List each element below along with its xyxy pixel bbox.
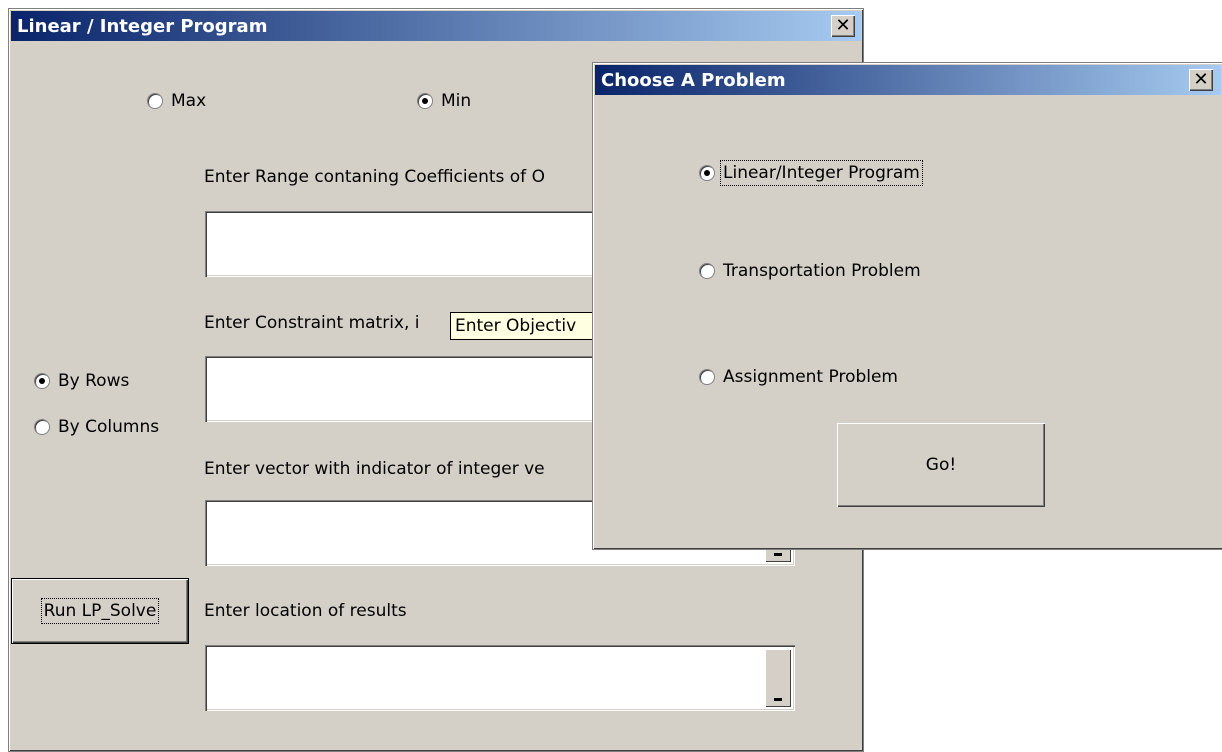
option-assignment-dot[interactable]	[699, 369, 715, 385]
integer-vector-label: Enter vector with indicator of integer v…	[204, 459, 545, 479]
objective-tooltip: Enter Objectiv	[450, 312, 608, 340]
option-linear-integer-label: Linear/Integer Program	[720, 160, 923, 186]
by-columns-label: By Columns	[58, 417, 160, 437]
min-radio[interactable]: Min	[417, 91, 471, 111]
option-linear-integer[interactable]: Linear/Integer Program	[699, 160, 923, 186]
option-transportation-dot[interactable]	[699, 263, 715, 279]
results-location-input[interactable]	[205, 645, 795, 711]
go-button[interactable]: Go!	[837, 423, 1045, 507]
lp-titlebar[interactable]: Linear / Integer Program ✕	[11, 11, 861, 41]
option-transportation-label: Transportation Problem	[723, 261, 921, 281]
min-radio-dot[interactable]	[417, 93, 433, 109]
option-assignment[interactable]: Assignment Problem	[699, 367, 898, 387]
max-radio[interactable]: Max	[147, 91, 206, 111]
max-label: Max	[171, 91, 207, 111]
run-lp-solve-label: Run LP_Solve	[40, 598, 160, 624]
lp-close-icon[interactable]: ✕	[831, 15, 855, 37]
choose-problem-close-icon[interactable]: ✕	[1189, 69, 1213, 91]
go-button-label: Go!	[925, 455, 957, 475]
option-linear-integer-dot[interactable]	[699, 165, 715, 181]
results-location-ref-button[interactable]	[765, 649, 791, 707]
lp-window-title: Linear / Integer Program	[17, 16, 268, 37]
by-rows-radio[interactable]: By Rows	[34, 371, 129, 391]
min-label: Min	[441, 91, 472, 111]
by-rows-radio-dot[interactable]	[34, 373, 50, 389]
option-transportation[interactable]: Transportation Problem	[699, 261, 921, 281]
by-columns-radio-dot[interactable]	[34, 419, 50, 435]
by-rows-label: By Rows	[58, 371, 130, 391]
choose-problem-title: Choose A Problem	[601, 70, 786, 91]
constraint-matrix-label: Enter Constraint matrix, i	[204, 313, 420, 333]
choose-problem-titlebar[interactable]: Choose A Problem ✕	[595, 65, 1221, 95]
run-lp-solve-button[interactable]: Run LP_Solve	[11, 578, 189, 644]
by-columns-radio[interactable]: By Columns	[34, 417, 159, 437]
objective-range-label: Enter Range contaning Coefficients of O	[204, 167, 545, 187]
max-radio-dot[interactable]	[147, 93, 163, 109]
results-location-label: Enter location of results	[204, 601, 407, 621]
choose-problem-window: Choose A Problem ✕ Linear/Integer Progra…	[592, 62, 1222, 550]
option-assignment-label: Assignment Problem	[723, 367, 898, 387]
